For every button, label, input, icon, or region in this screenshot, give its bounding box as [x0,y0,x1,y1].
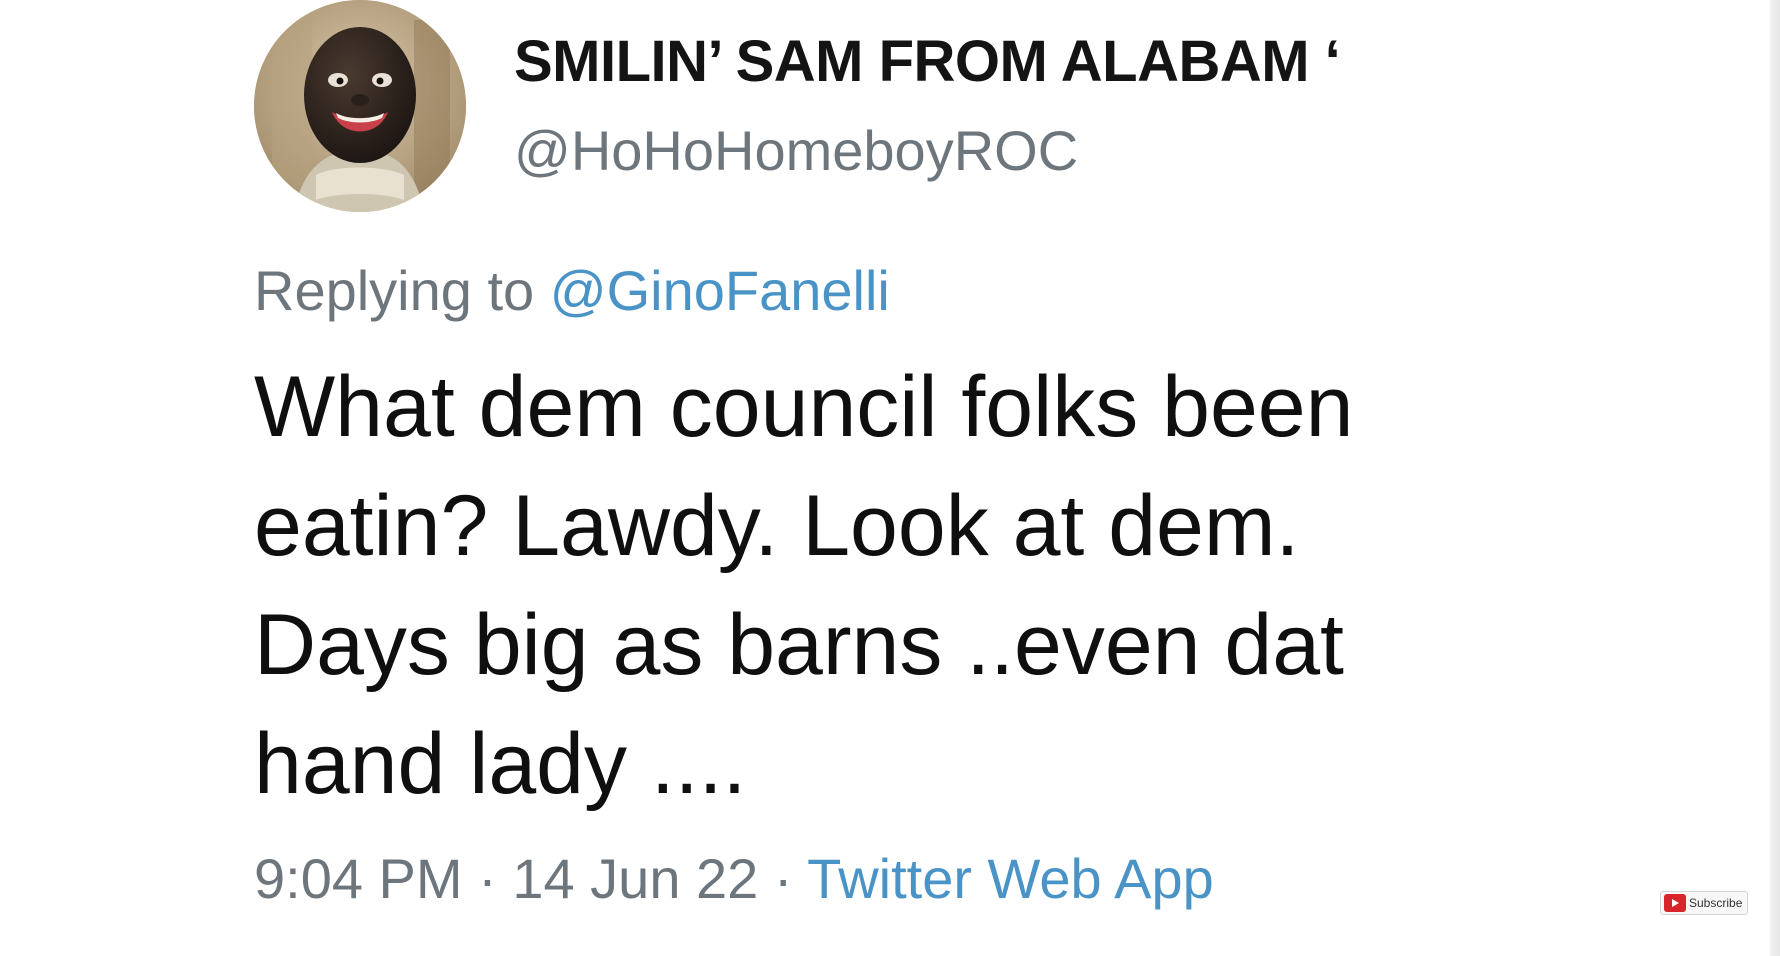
avatar-figurine-image [254,0,466,212]
avatar[interactable] [254,0,466,212]
tweet-date[interactable]: 14 Jun 22 [512,847,758,910]
tweet-text-line: eatin? Lawdy. Look at dem. [254,478,1300,574]
tweet-text: What dem council folks been eatin? Lawdy… [254,348,1504,824]
tweet-text-line: What dem council folks been [254,359,1354,455]
user-handle[interactable]: @HoHoHomeboyROC [514,118,1078,183]
tweet-time[interactable]: 9:04 PM [254,847,463,910]
meta-separator: · [462,847,513,910]
display-name[interactable]: SMILIN’ SAM FROM ALABAM ‘ [514,28,1341,95]
meta-separator: · [758,847,808,910]
tweet-text-line: hand lady .... [254,716,747,812]
tweet-text-line: Days big as barns ..even dat [254,597,1344,693]
screen-edge-strip [1770,0,1780,956]
replying-to-label: Replying to [254,259,550,322]
subscribe-label: Subscribe [1689,896,1743,910]
replying-to-line: Replying to @GinoFanelli [254,258,890,323]
tweet-meta: 9:04 PM · 14 Jun 22 · Twitter Web App [254,846,1214,911]
subscribe-button[interactable]: Subscribe [1660,891,1749,915]
tweet-source-link[interactable]: Twitter Web App [807,847,1214,910]
replying-to-handle-link[interactable]: @GinoFanelli [550,259,890,322]
youtube-play-icon [1664,894,1686,912]
